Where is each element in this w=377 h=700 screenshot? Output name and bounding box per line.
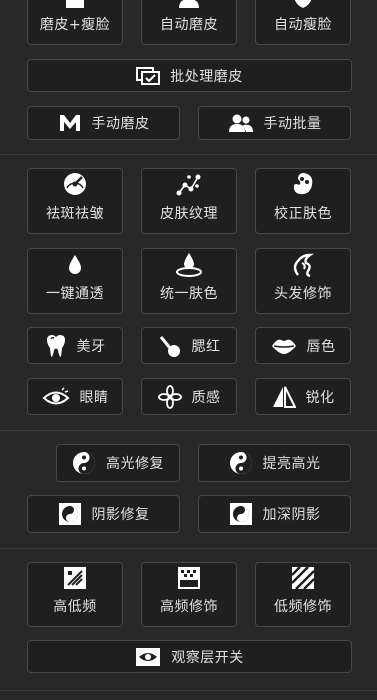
face-icon	[62, 0, 88, 8]
spot-wrinkle-removal-label: 祛斑祛皱	[46, 206, 104, 222]
smooth-slim-face-label: 磨皮+瘦脸	[39, 17, 111, 33]
hair-icon	[290, 251, 316, 277]
texture-label: 质感	[191, 389, 221, 406]
hair-retouch-button[interactable]: 头发修饰	[255, 248, 351, 314]
highlight-repair-button[interactable]: 高光修复	[56, 444, 180, 482]
sharpen-label: 锐化	[305, 389, 335, 406]
sharpen-button[interactable]: 锐化	[255, 378, 351, 415]
manual-smooth-label: 手动磨皮	[91, 116, 150, 132]
lips-icon	[271, 337, 297, 355]
correct-skin-tone-button[interactable]: 校正肤色	[255, 168, 351, 234]
auto-smooth-button[interactable]: 自动磨皮	[141, 0, 237, 45]
manual-batch-label: 手动批量	[263, 116, 322, 132]
users-icon	[228, 114, 254, 132]
auto-smooth-label: 自动磨皮	[160, 17, 218, 33]
shadow-repair-button[interactable]: 阴影修复	[27, 495, 180, 533]
one-click-clarity-label: 一键通透	[46, 286, 104, 302]
observer-layer-toggle-button[interactable]: 观察层开关	[27, 640, 352, 673]
section-divider	[0, 548, 377, 549]
freq-icon	[63, 566, 87, 590]
teeth-whitening-label: 美牙	[76, 338, 106, 355]
texture-button[interactable]: 质感	[141, 378, 237, 415]
flower-icon	[157, 384, 182, 409]
deepen-shadow-button[interactable]: 加深阴影	[198, 495, 351, 533]
mask-icon	[290, 0, 316, 8]
one-click-clarity-button[interactable]: 一键通透	[27, 248, 123, 314]
shadow-repair-label: 阴影修复	[91, 507, 150, 523]
lip-color-button[interactable]: 唇色	[255, 327, 351, 364]
shadow-icon	[229, 502, 253, 526]
batch-icon	[136, 66, 161, 85]
highlight-repair-label: 高光修复	[106, 456, 164, 472]
spot-wrinkle-removal-button[interactable]: 祛斑祛皱	[27, 168, 123, 234]
observer-layer-toggle-label: 观察层开关	[171, 649, 244, 666]
eyes-button[interactable]: 眼睛	[27, 378, 123, 415]
drop-icon	[62, 251, 88, 277]
m-logo-icon	[58, 114, 82, 132]
person-icon	[176, 0, 202, 8]
blush-label: 腮红	[191, 338, 221, 355]
sharpen-icon	[272, 385, 296, 409]
correct-skin-tone-label: 校正肤色	[274, 206, 332, 222]
high-low-frequency-button[interactable]: 高低频	[27, 562, 123, 627]
brighten-highlight-label: 提亮高光	[262, 456, 321, 472]
eyes-label: 眼睛	[79, 389, 109, 406]
section-divider	[0, 690, 377, 691]
teeth-whitening-button[interactable]: 美牙	[27, 327, 123, 364]
blush-button[interactable]: 腮红	[141, 327, 237, 364]
palette-icon	[290, 171, 316, 197]
gauge-icon	[62, 171, 88, 197]
auto-slim-face-label: 自动瘦脸	[274, 17, 332, 33]
high-frequency-retouch-button[interactable]: 高频修饰	[141, 562, 237, 627]
stripes-icon	[291, 566, 315, 590]
nodes-icon	[175, 171, 203, 197]
observer-eye-icon	[135, 647, 161, 667]
yin-yang-icon	[229, 451, 253, 475]
high-low-frequency-label: 高低频	[53, 599, 97, 615]
brighten-highlight-button[interactable]: 提亮高光	[198, 444, 351, 482]
tooth-icon	[45, 334, 67, 358]
auto-slim-face-button[interactable]: 自动瘦脸	[255, 0, 351, 45]
shadow-icon	[58, 502, 82, 526]
drop-ripple-icon	[175, 251, 203, 277]
section-divider	[0, 154, 377, 155]
manual-smooth-button[interactable]: 手动磨皮	[27, 106, 180, 140]
low-frequency-retouch-button[interactable]: 低频修饰	[255, 562, 351, 627]
lip-color-label: 唇色	[306, 338, 336, 355]
hair-retouch-label: 头发修饰	[274, 286, 332, 302]
unify-skin-tone-button[interactable]: 统一肤色	[141, 248, 237, 314]
batch-smooth-label: 批处理磨皮	[170, 68, 243, 85]
low-frequency-retouch-label: 低频修饰	[274, 599, 332, 615]
skin-texture-label: 皮肤纹理	[160, 206, 218, 222]
section-divider	[0, 430, 377, 431]
grid-icon	[177, 566, 201, 590]
smooth-slim-face-button[interactable]: 磨皮+瘦脸	[27, 0, 123, 45]
yin-yang-icon	[72, 451, 96, 475]
eye-icon	[42, 386, 70, 407]
skin-texture-button[interactable]: 皮肤纹理	[141, 168, 237, 234]
brush-icon	[158, 334, 182, 358]
batch-smooth-button[interactable]: 批处理磨皮	[27, 59, 352, 92]
high-frequency-retouch-label: 高频修饰	[160, 599, 218, 615]
deepen-shadow-label: 加深阴影	[262, 507, 321, 523]
manual-batch-button[interactable]: 手动批量	[198, 106, 351, 140]
unify-skin-tone-label: 统一肤色	[160, 286, 218, 302]
